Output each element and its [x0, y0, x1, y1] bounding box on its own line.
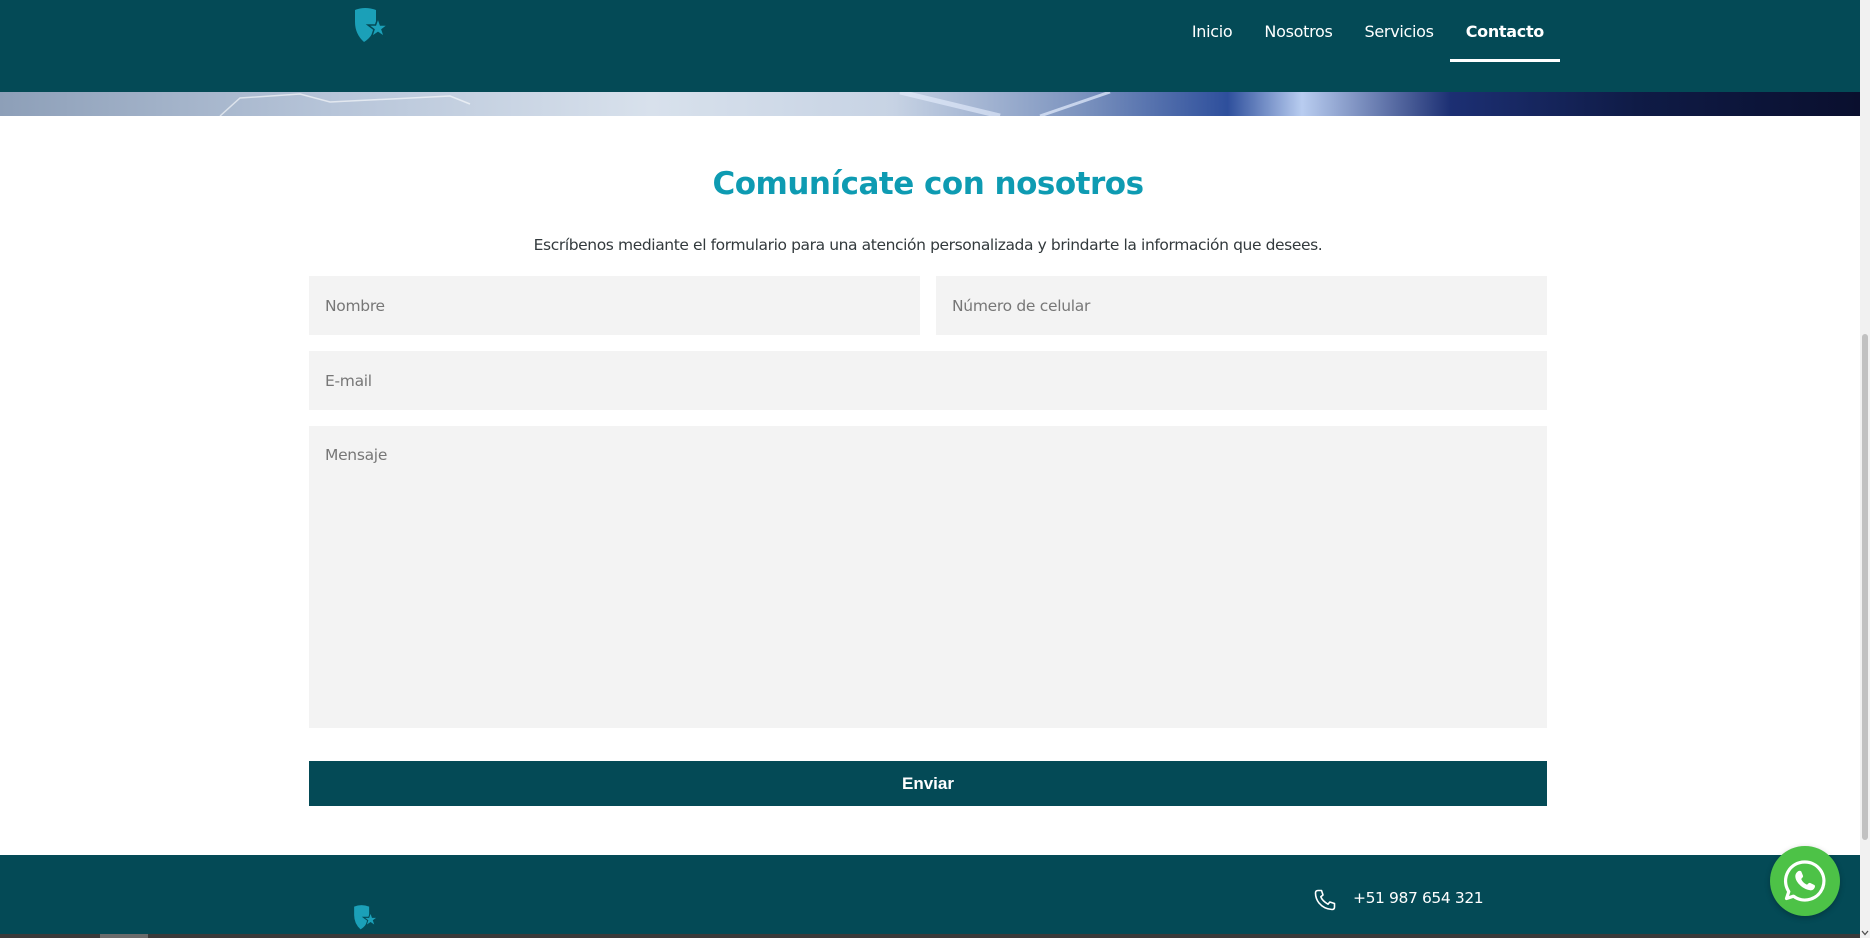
hero-image-strip	[0, 92, 1860, 116]
email-input[interactable]	[309, 351, 1547, 410]
scrollbar-thumb[interactable]	[1862, 334, 1868, 840]
shield-star-icon[interactable]	[352, 6, 394, 46]
celular-input[interactable]	[936, 276, 1547, 335]
nav-contacto[interactable]: Contacto	[1449, 0, 1561, 62]
site-header: Inicio Nosotros Servicios Contacto	[0, 0, 1860, 92]
nav-inicio[interactable]: Inicio	[1176, 0, 1249, 62]
main-nav: Inicio Nosotros Servicios Contacto	[1176, 0, 1561, 62]
hero-image-decoration	[219, 92, 1111, 116]
footer-bottom-bar	[0, 934, 1860, 938]
mensaje-textarea[interactable]	[309, 426, 1547, 728]
contact-title: Comunícate con nosotros	[712, 166, 1144, 202]
scroll-down-icon[interactable]	[1861, 929, 1869, 937]
site-footer: +51 987 654 321	[0, 855, 1860, 938]
nombre-input[interactable]	[309, 276, 920, 335]
footer-bottom-tab	[100, 934, 148, 938]
nav-servicios[interactable]: Servicios	[1349, 0, 1450, 62]
whatsapp-icon	[1783, 860, 1826, 902]
contact-subtitle: Escríbenos mediante el formulario para u…	[533, 236, 1323, 254]
footer-phone[interactable]: +51 987 654 321	[1353, 889, 1484, 907]
enviar-button[interactable]: Enviar	[309, 761, 1547, 806]
footer-shield-star-icon[interactable]	[352, 903, 382, 933]
whatsapp-button[interactable]	[1770, 846, 1840, 916]
phone-icon	[1314, 889, 1336, 911]
nav-nosotros[interactable]: Nosotros	[1248, 0, 1348, 62]
